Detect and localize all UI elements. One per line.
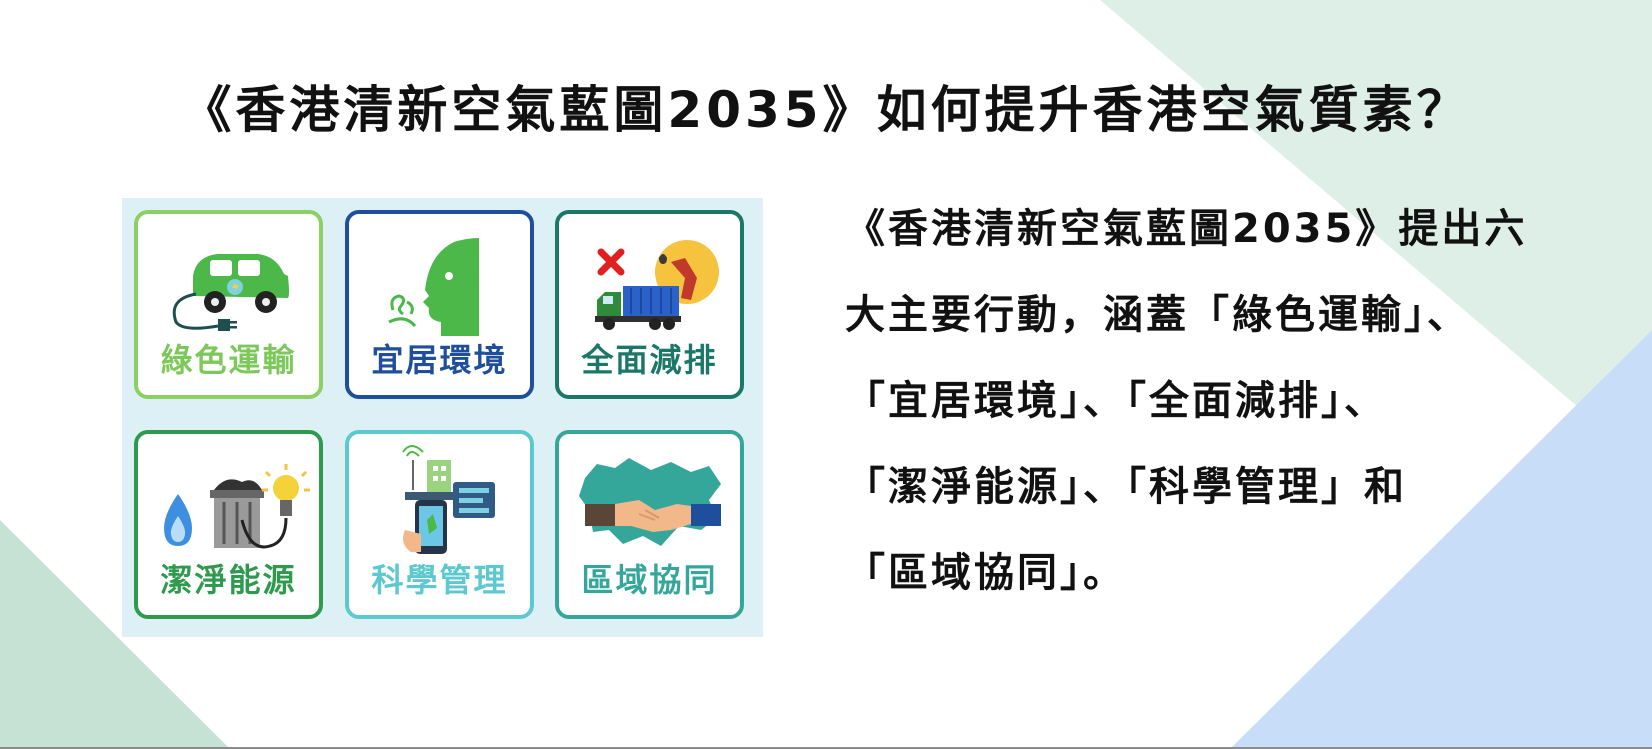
card-livable-environment: 宜居環境 [345,210,534,399]
card-clean-energy: 潔淨能源 [134,430,323,619]
summary-paragraph: 《香港清新空氣藍圖2035》提出六 大主要行動，涵蓋「綠色運輸」、 「宜居環境」… [845,186,1545,616]
card-label: 全面減排 [581,341,718,379]
card-comprehensive-emission-reduction: 全面減排 [555,210,744,399]
card-label: 宜居環境 [371,341,508,379]
electric-car-icon [172,254,289,331]
human-head-breathing-icon [388,238,479,336]
paragraph-line: 「區域協同」。 [845,550,1126,596]
card-label: 潔淨能源 [160,561,297,599]
page-title: 《香港清新空氣藍圖2035》如何提升香港空氣質素？ [181,81,1471,139]
card-regional-collaboration: 區域協同 [555,430,744,619]
card-green-transport: 綠色運輸 [134,210,323,399]
paragraph-line: 《香港清新空氣藍圖2035》提出六 [845,206,1528,252]
card-label: 區域協同 [581,561,718,599]
actions-panel: 綠色運輸 宜居環境 全面減排 潔淨能源 科學管理 區域協同 [122,198,763,637]
paragraph-line: 「潔淨能源」、「科學管理」和 [845,464,1407,510]
card-science-based-management: 科學管理 [345,430,534,619]
handshake-map-icon [579,458,721,546]
truck-no-diesel-icon [595,240,719,330]
card-label: 綠色運輸 [160,341,297,379]
paragraph-line: 大主要行動，涵蓋「綠色運輸」、 [845,292,1470,338]
card-label: 科學管理 [371,561,508,599]
flame-bin-bulb-icon [164,464,310,549]
phone-data-icon [402,445,495,554]
paragraph-line: 「宜居環境」、「全面減排」、 [845,378,1387,424]
